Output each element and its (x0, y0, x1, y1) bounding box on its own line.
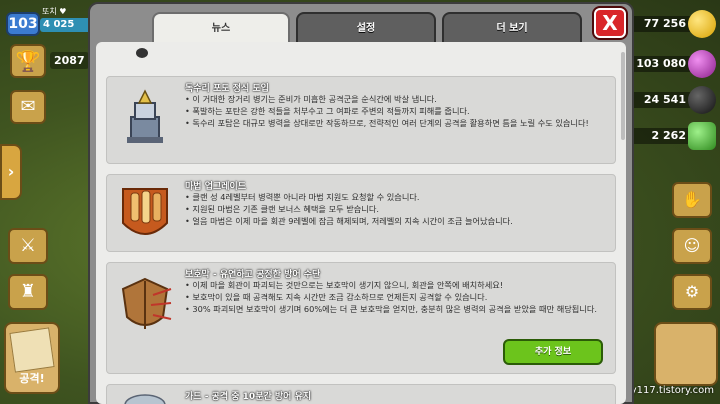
sword-icon[interactable]: ⚔ (8, 228, 48, 264)
news-line: • 30% 파괴되면 보호막이 생기며 60%에는 더 큰 보호막을 얻지만, … (185, 304, 597, 314)
shop-button[interactable] (654, 322, 718, 386)
gold-coin-icon (688, 10, 716, 38)
tab-settings[interactable]: 설정 (296, 12, 436, 44)
dark-elixir-resource: 24 541 (622, 86, 716, 114)
map-icon (9, 327, 55, 373)
elixir-resource: 103 080 (622, 50, 716, 78)
player-name: 또치 ♥ (42, 7, 67, 16)
news-item-eagle-artillery: 독수리 포도 정식 도입 • 이 거대한 장거리 병기는 준비가 미흡한 공격군… (106, 76, 616, 164)
side-panel-toggle[interactable]: › (0, 144, 22, 200)
elixir-drop-icon (688, 50, 716, 78)
news-item-shield: 보호막 - 유연하고 공정한 방어 수단 • 이제 마을 회관이 파괴되는 것만… (106, 262, 616, 374)
trophy-count: 2087 (50, 52, 89, 69)
attack-button[interactable]: 공격! (4, 322, 60, 394)
edit-mode-icon[interactable]: ✋ (672, 182, 712, 218)
news-title: 가드 - 공격 중 10분간 방어 유지 (185, 392, 312, 402)
close-button[interactable]: X (594, 8, 626, 38)
settings-gear-icon[interactable]: ⚙ (672, 274, 712, 310)
news-line: • 보호막이 있을 때 공격해도 지속 시간만 조금 감소하므로 언제든지 공격… (185, 292, 488, 302)
previous-item-icon (136, 48, 148, 58)
xp-counter: 4 025 (40, 18, 92, 32)
news-line: • 폭발하는 포탄은 강한 적들을 처부수고 그 여파로 주변의 적들까지 피해… (185, 106, 470, 116)
dark-elixir-drop-icon (688, 86, 716, 114)
news-dialog: 뉴스 설정 더 보기 X 독수리 포도 정식 도입 • 이 거대한 장거리 병기… (88, 2, 634, 404)
news-list[interactable]: 독수리 포도 정식 도입 • 이 거대한 장거리 병기는 준비가 미흡한 공격군… (96, 42, 626, 404)
gem-icon (688, 122, 716, 150)
mail-icon[interactable]: ✉ (10, 90, 46, 124)
news-item-spell-upgrade: 마법 업그레이드 • 클랜 성 4레벨부터 병력뿐 아니라 마법 지원도 요청할… (106, 174, 616, 252)
news-line: • 이제 마을 회관이 파괴되는 것만으로는 보호막이 생기지 않으니, 회관을… (185, 280, 504, 290)
news-line: • 독수리 포탑은 대규모 병력을 상대로만 작동하므로, 전략적인 여러 단계… (185, 118, 589, 128)
eagle-artillery-icon (117, 89, 173, 149)
tab-news[interactable]: 뉴스 (152, 12, 290, 44)
news-line: • 지원된 마법은 기존 클랜 보너스 혜택을 모두 받습니다. (185, 204, 379, 214)
more-info-button[interactable]: 추가 정보 (503, 339, 603, 365)
tab-more[interactable]: 더 보기 (442, 12, 582, 44)
army-camp-icon[interactable]: ♜ (8, 274, 48, 310)
gold-resource: 77 256 (622, 10, 716, 38)
news-item-guard: 가드 - 공격 중 10분간 방어 유지 (106, 384, 616, 404)
news-line: • 클랜 성 4레벨부터 병력뿐 아니라 마법 지원도 요청할 수 있습니다. (185, 192, 420, 202)
shield-icon (117, 275, 173, 335)
level-badge: 103 (6, 12, 40, 36)
scrollbar[interactable] (621, 52, 625, 140)
attack-label: 공격! (19, 372, 45, 385)
news-line: • 이 거대한 장거리 병기는 준비가 미흡한 공격군을 순식간에 박살 냅니다… (185, 94, 437, 104)
gems-resource[interactable]: 2 262 (622, 122, 716, 150)
news-line: • 얼음 마법은 이제 마을 회관 9레벨에 잠금 해제되며, 저레벨의 지속 … (185, 216, 513, 226)
spell-potion-icon (117, 183, 173, 243)
player-level-panel[interactable]: 또치 ♥ 103 4 025 (2, 4, 92, 36)
guard-icon (117, 389, 173, 404)
profile-icon[interactable]: ☺ (672, 228, 712, 264)
trophy-icon[interactable]: 🏆 (10, 44, 46, 78)
